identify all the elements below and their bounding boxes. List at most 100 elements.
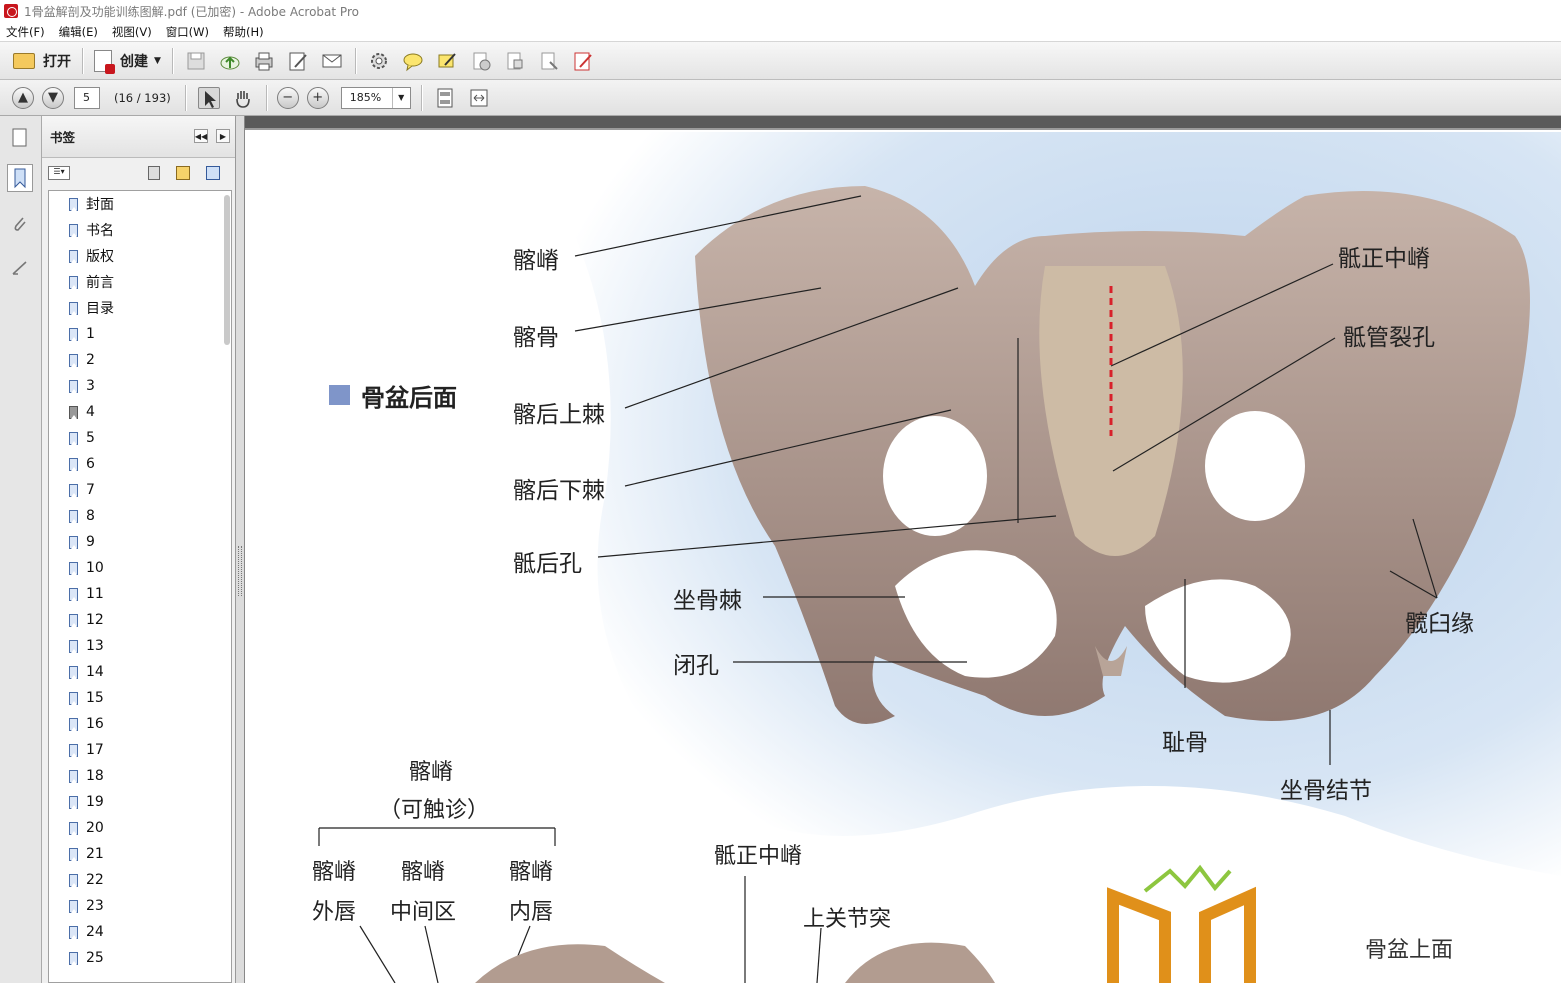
bookmark-item[interactable]: 9 bbox=[49, 529, 231, 555]
extract-page-icon[interactable] bbox=[504, 50, 526, 72]
bookmark-item[interactable]: 4 bbox=[49, 399, 231, 425]
separator bbox=[184, 84, 186, 111]
bookmark-item[interactable]: 2 bbox=[49, 347, 231, 373]
bookmark-item[interactable]: 3 bbox=[49, 373, 231, 399]
menu-edit[interactable]: 编辑(E) bbox=[59, 24, 98, 40]
attachments-icon[interactable] bbox=[7, 210, 33, 238]
bookmark-item[interactable]: 24 bbox=[49, 919, 231, 945]
label-intermediate-1: 髂嵴 bbox=[401, 860, 446, 885]
sign-icon[interactable] bbox=[572, 50, 594, 72]
create-button[interactable]: 创建 ▼ bbox=[89, 47, 166, 75]
delete-page-icon[interactable] bbox=[470, 50, 492, 72]
bookmark-settings-icon[interactable] bbox=[206, 166, 220, 180]
bookmark-item[interactable]: 12 bbox=[49, 607, 231, 633]
bookmark-icon bbox=[69, 899, 78, 913]
label-ischial-spine: 坐骨棘 bbox=[673, 588, 742, 614]
bookmark-item[interactable]: 1 bbox=[49, 321, 231, 347]
panel-header: 书签 ◀◀ ▶ bbox=[42, 116, 235, 158]
bookmark-item[interactable]: 前言 bbox=[49, 269, 231, 295]
folder-icon bbox=[13, 52, 35, 69]
bookmark-item[interactable]: 10 bbox=[49, 555, 231, 581]
bookmark-item[interactable]: 目录 bbox=[49, 295, 231, 321]
zoom-in-icon[interactable]: + bbox=[306, 86, 329, 109]
menu-view[interactable]: 视图(V) bbox=[112, 24, 152, 40]
fit-width-icon[interactable] bbox=[468, 87, 490, 109]
zoom-out-icon[interactable]: − bbox=[276, 86, 299, 109]
label-outer-lip-2: 外唇 bbox=[312, 900, 357, 925]
print-icon[interactable] bbox=[253, 50, 275, 72]
bookmark-item[interactable]: 25 bbox=[49, 945, 231, 971]
pane-splitter[interactable] bbox=[236, 116, 245, 983]
bookmark-item[interactable]: 14 bbox=[49, 659, 231, 685]
next-page-icon[interactable]: ▼ bbox=[42, 86, 64, 109]
bookmark-label: 16 bbox=[86, 716, 104, 732]
menu-help[interactable]: 帮助(H) bbox=[223, 24, 264, 40]
bookmark-icon bbox=[69, 327, 78, 341]
upload-cloud-icon[interactable] bbox=[219, 50, 241, 72]
bookmark-item[interactable]: 封面 bbox=[49, 191, 231, 217]
signatures-icon[interactable] bbox=[7, 254, 33, 282]
bookmark-item[interactable]: 16 bbox=[49, 711, 231, 737]
bookmark-item[interactable]: 17 bbox=[49, 737, 231, 763]
bookmark-item[interactable]: 6 bbox=[49, 451, 231, 477]
insert-page-icon[interactable] bbox=[538, 50, 560, 72]
gear-icon[interactable] bbox=[368, 50, 390, 72]
page-number-input[interactable]: 5 bbox=[74, 86, 100, 109]
save-icon[interactable] bbox=[185, 50, 207, 72]
bookmark-icon bbox=[69, 483, 78, 497]
chevron-down-icon[interactable]: ▼ bbox=[391, 87, 410, 108]
zoom-select[interactable]: 185% ▼ bbox=[340, 86, 411, 109]
bookmark-item[interactable]: 23 bbox=[49, 893, 231, 919]
menu-window[interactable]: 窗口(W) bbox=[166, 24, 209, 40]
bookmark-item[interactable]: 书名 bbox=[49, 217, 231, 243]
open-button[interactable]: 打开 bbox=[8, 47, 76, 75]
trash-icon[interactable] bbox=[148, 166, 160, 180]
expand-panel-icon[interactable]: ▶ bbox=[216, 129, 230, 143]
select-cursor-icon[interactable] bbox=[197, 86, 220, 109]
bookmark-item[interactable]: 21 bbox=[49, 841, 231, 867]
new-bookmark-icon[interactable] bbox=[176, 166, 190, 180]
document-view[interactable]: 骨盆后面 髂嵴 髂骨 髂后上棘 髂后下棘 骶后孔 坐骨棘 闭孔 骶正中嵴 骶管裂… bbox=[245, 116, 1561, 983]
menu-file[interactable]: 文件(F) bbox=[6, 24, 45, 40]
splitter-grip[interactable] bbox=[238, 546, 242, 596]
bookmark-label: 9 bbox=[86, 534, 95, 550]
label-piis: 髂后下棘 bbox=[513, 478, 605, 504]
bookmark-item[interactable]: 11 bbox=[49, 581, 231, 607]
bookmark-label: 目录 bbox=[86, 301, 114, 317]
bookmark-item[interactable]: 5 bbox=[49, 425, 231, 451]
bookmark-item[interactable]: 8 bbox=[49, 503, 231, 529]
page-count: (16 / 193) bbox=[114, 90, 171, 105]
label-sacral-foramina: 骶后孔 bbox=[513, 551, 582, 577]
scrollbar-thumb[interactable] bbox=[224, 195, 230, 345]
hand-tool-icon[interactable] bbox=[232, 87, 254, 109]
bookmark-label: 18 bbox=[86, 768, 104, 784]
separator bbox=[171, 47, 173, 74]
bookmarks-panel: 书签 ◀◀ ▶ ☰▾ 封面 书名 版权 前言 目录 1 2 3 4 5 6 7 … bbox=[42, 116, 236, 983]
panel-toolbar: ☰▾ bbox=[42, 158, 235, 188]
email-icon[interactable] bbox=[321, 50, 343, 72]
pages-panel-icon[interactable] bbox=[7, 124, 33, 152]
bookmark-icon bbox=[69, 431, 78, 445]
bookmark-item[interactable]: 22 bbox=[49, 867, 231, 893]
bookmark-item[interactable]: 版权 bbox=[49, 243, 231, 269]
comment-icon[interactable] bbox=[402, 50, 424, 72]
collapse-panel-icon[interactable]: ◀◀ bbox=[194, 129, 208, 143]
options-menu-icon[interactable]: ☰▾ bbox=[48, 166, 70, 180]
bookmark-label: 4 bbox=[86, 404, 95, 420]
edit-document-icon[interactable] bbox=[287, 50, 309, 72]
fit-page-icon[interactable] bbox=[434, 87, 456, 109]
bookmarks-panel-icon[interactable] bbox=[7, 164, 33, 192]
bookmark-item[interactable]: 19 bbox=[49, 789, 231, 815]
bookmark-label: 6 bbox=[86, 456, 95, 472]
bookmark-label: 15 bbox=[86, 690, 104, 706]
bookmark-item[interactable]: 20 bbox=[49, 815, 231, 841]
bookmark-label: 2 bbox=[86, 352, 95, 368]
bookmark-item[interactable]: 7 bbox=[49, 477, 231, 503]
previous-page-icon[interactable]: ▲ bbox=[12, 86, 34, 109]
bookmark-item[interactable]: 13 bbox=[49, 633, 231, 659]
bookmark-icon bbox=[69, 457, 78, 471]
highlight-icon[interactable] bbox=[436, 50, 458, 72]
navigation-toolbar: ▲ ▼ 5 (16 / 193) − + 185% ▼ bbox=[0, 80, 1561, 116]
bookmark-item[interactable]: 15 bbox=[49, 685, 231, 711]
bookmark-item[interactable]: 18 bbox=[49, 763, 231, 789]
